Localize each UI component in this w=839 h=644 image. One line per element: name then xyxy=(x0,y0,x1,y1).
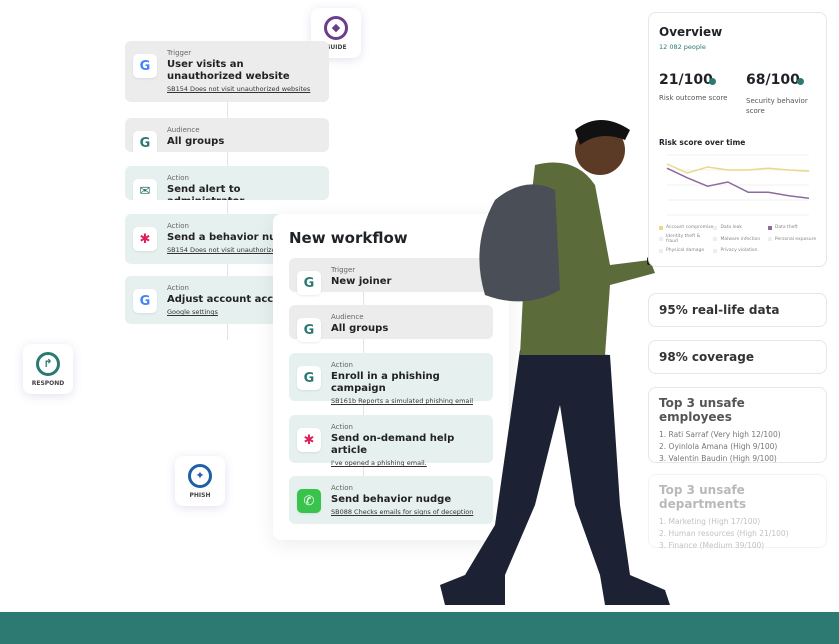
legend-item[interactable]: Data leak xyxy=(713,225,767,230)
legend-item[interactable]: Account compromise xyxy=(659,225,713,230)
compass-icon: ◆ xyxy=(324,15,348,40)
list-item: 1. Marketing (High 17/100) xyxy=(659,517,761,526)
risk-chart xyxy=(666,154,810,216)
person-walking-image xyxy=(440,120,670,605)
step-title: New joiner xyxy=(331,276,392,287)
legend-swatch xyxy=(659,225,663,230)
risk-outcome-label: Risk outcome score xyxy=(659,94,728,102)
phish-badge[interactable]: ✦ PHISH xyxy=(175,456,225,506)
list-item: 2. Human resources (High 21/100) xyxy=(659,529,789,538)
legend-swatch xyxy=(713,248,718,253)
list-item: 1. Rati Sarraf (Very high 12/100) xyxy=(659,430,781,439)
workflow-step-action[interactable]: ✉ Action Send alert to administrator xyxy=(125,166,329,200)
respond-label: RESPOND xyxy=(31,379,65,387)
legend-label: Account compromise xyxy=(666,225,714,230)
overview-card: Overview 12 082 people 21/100 Risk outco… xyxy=(648,12,827,267)
unsafe-departments-card: Top 3 unsafe departments 1. Marketing (H… xyxy=(648,474,827,550)
legend-swatch xyxy=(659,237,663,241)
legend-label: Physical damage xyxy=(666,248,705,253)
google-icon: G xyxy=(133,54,157,78)
list-item: 3. Valentin Baudin (High 9/100) xyxy=(659,454,777,463)
legend-swatch xyxy=(767,237,772,241)
step-title: All groups xyxy=(167,136,225,147)
list-item: 2. Oyinlola Amana (High 9/100) xyxy=(659,442,778,451)
step-kind: Trigger xyxy=(167,49,192,57)
step-kind: Audience xyxy=(331,313,364,321)
legend-label: Personal exposure xyxy=(774,236,817,242)
step-kind: Trigger xyxy=(331,266,356,274)
risk-outcome-score: 21/100 xyxy=(659,72,713,88)
step-title: User visits an unauthorized website xyxy=(167,59,290,82)
step-title: Send alert to administrator xyxy=(167,184,244,200)
legend-item[interactable]: Privacy violation xyxy=(713,248,767,253)
step-kind: Action xyxy=(167,174,189,182)
legend-label: Identity theft & fraud xyxy=(665,234,701,244)
coverage: 98% coverage xyxy=(659,350,754,364)
footer-band xyxy=(0,612,839,644)
legend-item[interactable]: Data theft xyxy=(767,225,822,230)
unsafe-employees-card: Top 3 unsafe employees 1. Rati Sarraf (V… xyxy=(648,387,827,463)
legend-item[interactable]: Personal exposure xyxy=(767,234,822,244)
real-life-data-card: 95% real-life data xyxy=(648,293,827,327)
legend-label: Data leak xyxy=(720,225,742,230)
google-icon: G xyxy=(133,289,157,313)
chart-title: Risk score over time xyxy=(659,138,746,147)
phish-label: PHISH xyxy=(189,491,211,499)
step-link[interactable]: SB154 Does not visit unauthorized websit… xyxy=(167,85,321,93)
slack-icon: ✱ xyxy=(133,227,157,251)
phish-icon: ✦ xyxy=(188,463,212,488)
respond-badge[interactable]: ↱ RESPOND xyxy=(23,344,73,394)
guide-logo-icon: G xyxy=(297,271,321,295)
overview-title: Overview xyxy=(659,25,723,39)
legend-label: Privacy violation xyxy=(720,248,758,253)
step-title: All groups xyxy=(331,323,389,334)
security-behavior-score: 68/100 xyxy=(746,72,800,88)
slack-icon: ✱ xyxy=(297,428,321,452)
workflow-step-trigger[interactable]: G Trigger User visits an unauthorized we… xyxy=(125,41,329,102)
guide-logo-icon: G xyxy=(297,318,321,342)
guide-logo-icon: G xyxy=(297,366,321,390)
legend-swatch xyxy=(713,237,718,241)
respond-icon: ↱ xyxy=(36,351,60,376)
security-behavior-label: Security behavior score xyxy=(746,97,808,115)
mail-icon: ✉ xyxy=(133,179,157,200)
legend-swatch xyxy=(659,248,663,253)
score-down-icon xyxy=(709,78,716,85)
series-line-account-compromise xyxy=(666,163,810,174)
legend-label: Data theft xyxy=(774,225,798,230)
coverage-card: 98% coverage xyxy=(648,340,827,374)
new-workflow-title: New workflow xyxy=(289,229,408,247)
unsafe-employees-title: Top 3 unsafe employees xyxy=(659,396,745,424)
whatsapp-icon: ✆ xyxy=(297,489,321,513)
legend-label: Malware infection xyxy=(720,236,761,242)
workflow-step-audience[interactable]: G Audience All groups xyxy=(125,118,329,152)
people-count: 12 082 people xyxy=(659,43,706,51)
chart-legend: Account compromise Data leak Data theft Ide… xyxy=(659,225,824,257)
legend-swatch xyxy=(767,225,772,230)
guide-logo-icon: G xyxy=(133,131,157,152)
legend-item[interactable]: Malware infection xyxy=(713,234,767,244)
legend-item[interactable]: Physical damage xyxy=(659,248,713,253)
unsafe-departments-title: Top 3 unsafe departments xyxy=(659,483,747,511)
step-kind: Audience xyxy=(167,126,200,134)
score-up-icon xyxy=(797,78,804,85)
real-life-data: 95% real-life data xyxy=(659,303,780,317)
legend-swatch xyxy=(713,225,718,230)
legend-item[interactable]: Identity theft & fraud xyxy=(659,234,713,244)
list-item: 3. Finance (Medium 39/100) xyxy=(659,541,765,550)
